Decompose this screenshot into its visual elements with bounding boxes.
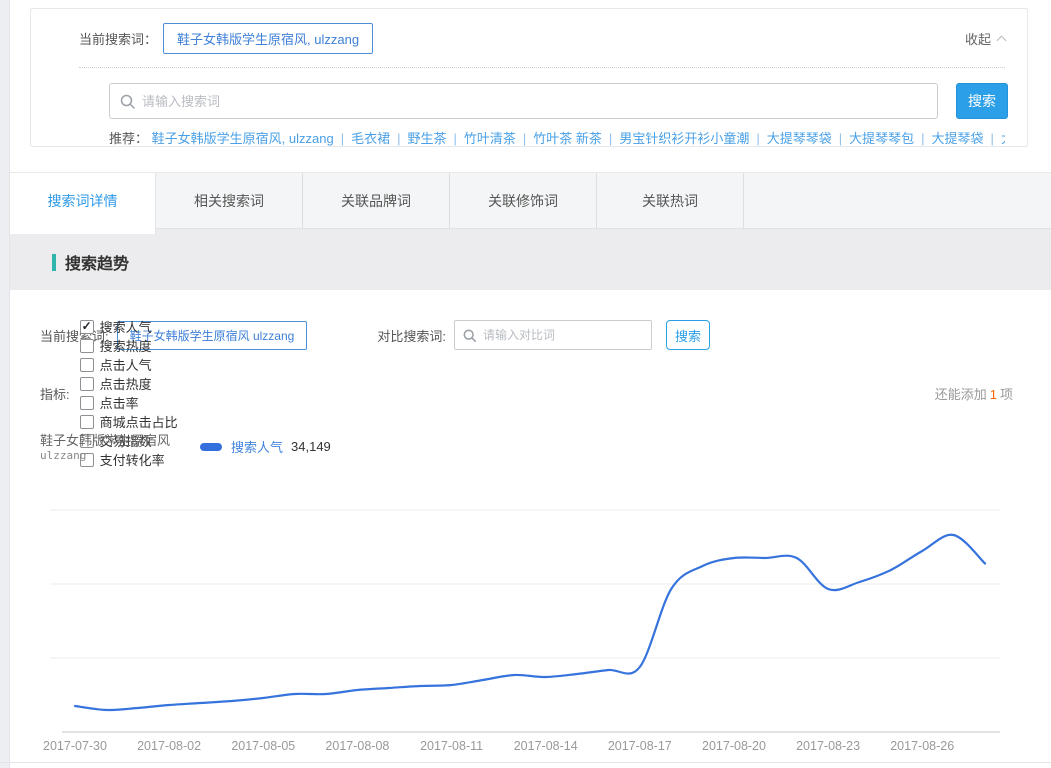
metric-checkbox-label: 搜索人气: [100, 317, 152, 336]
collapse-toggle[interactable]: 收起: [965, 29, 1005, 48]
legend-term: 鞋子女韩版学生原宿风 ulzzang: [40, 433, 170, 463]
x-axis-tick-label: 2017-08-20: [702, 739, 766, 753]
add-hint-suffix: 项: [1000, 387, 1013, 402]
add-hint-count: 1: [990, 387, 997, 402]
recommended-term-link[interactable]: 大提琴袋: [932, 131, 984, 146]
tab-4[interactable]: 关联修饰词: [450, 173, 597, 229]
recommended-term-link[interactable]: 野生茶: [407, 131, 446, 146]
x-axis-tick-label: 2017-08-26: [890, 739, 954, 753]
metrics-row: 指标: 搜索人气 搜索热度 点击人气 点击热度 点击率 商城点击占比 交易指数 …: [40, 383, 202, 403]
x-axis-tick-label: 2017-07-30: [43, 739, 107, 753]
metric-checkbox-label: 点击热度: [100, 374, 152, 393]
metric-checkbox-item[interactable]: 商城点击占比: [80, 412, 178, 431]
checkbox-icon[interactable]: [80, 377, 94, 391]
recommended-term-link[interactable]: 鞋子女韩版学生原宿风, ulzzang: [152, 131, 334, 146]
search-input[interactable]: [142, 84, 933, 118]
bottom-divider: [0, 762, 1051, 763]
recommend-separator: |: [523, 131, 526, 146]
metric-checkbox-label: 点击人气: [100, 355, 152, 374]
recommended-term-link[interactable]: 毛衣裙: [351, 131, 390, 146]
trend-line-chart: 2017-07-30 2017-08-02 2017-08-05 2017-08-08…: [0, 495, 1051, 768]
metric-checkbox-label: 商城点击占比: [100, 412, 178, 431]
tab-3[interactable]: 关联品牌词: [303, 173, 450, 229]
tab-5[interactable]: 关联热词: [597, 173, 744, 229]
recommend-separator: |: [341, 131, 344, 146]
x-axis-tick-label: 2017-08-08: [325, 739, 389, 753]
recommend-separator: |: [991, 131, 994, 146]
metric-checkbox-label: 搜索热度: [100, 336, 152, 355]
x-axis-tick-label: 2017-08-17: [608, 739, 672, 753]
compare-input-wrap: [454, 320, 652, 350]
checkbox-icon[interactable]: [80, 339, 94, 353]
current-term-label: 当前搜索词：: [79, 29, 157, 48]
checkbox-icon[interactable]: [80, 358, 94, 372]
recommend-separator: |: [397, 131, 400, 146]
collapse-label: 收起: [965, 29, 991, 48]
section-band: 搜索趋势: [10, 229, 1051, 290]
recommended-term-link[interactable]: 大提琴琴袋: [767, 131, 832, 146]
search-analytics-page: 当前搜索词： 鞋子女韩版学生原宿风, ulzzang 收起 搜索 推荐： 鞋子女…: [0, 0, 1051, 768]
current-term-row: 当前搜索词： 鞋子女韩版学生原宿风, ulzzang 收起: [79, 22, 1005, 54]
search-input-wrap: [109, 83, 938, 119]
tab-1[interactable]: 搜索词详情: [9, 173, 156, 234]
checkbox-icon[interactable]: [80, 396, 94, 410]
search-icon: [120, 94, 136, 110]
add-hint-prefix: 还能添加: [935, 387, 987, 402]
chevron-up-icon: [997, 35, 1007, 45]
compare-input[interactable]: [483, 321, 647, 349]
x-axis-tick-label: 2017-08-14: [514, 739, 578, 753]
recommend-separator: |: [609, 131, 612, 146]
checkbox-icon[interactable]: [80, 320, 94, 334]
current-term-chip[interactable]: 鞋子女韩版学生原宿风, ulzzang: [163, 23, 373, 54]
search-panel: 当前搜索词： 鞋子女韩版学生原宿风, ulzzang 收起 搜索 推荐： 鞋子女…: [30, 8, 1028, 147]
tab-2[interactable]: 相关搜索词: [156, 173, 303, 229]
recommend-row: 推荐： 鞋子女韩版学生原宿风, ulzzang | 毛衣裙 | 野生茶 | 竹叶清茶 | 竹叶茶…: [109, 128, 1005, 148]
section-title: 搜索趋势: [65, 250, 129, 274]
search-row: 搜索: [109, 83, 1008, 119]
recommend-links: 鞋子女韩版学生原宿风, ulzzang | 毛衣裙 | 野生茶 | 竹叶清茶 | 竹叶茶 新茶 |…: [152, 131, 1005, 146]
recommended-term-link[interactable]: 男宝针织衫开衫小童潮: [619, 131, 749, 146]
trend-line: [75, 535, 985, 710]
metric-checkbox-item[interactable]: 搜索热度: [80, 336, 178, 355]
recommended-term-link[interactable]: 竹叶清茶: [464, 131, 516, 146]
tab-bar: 搜索词详情相关搜索词关联品牌词关联修饰词关联热词: [10, 172, 1051, 229]
recommend-separator: |: [454, 131, 457, 146]
compare-search-button[interactable]: 搜索: [666, 320, 710, 350]
legend-term-line1: 鞋子女韩版学生原宿风: [40, 433, 170, 448]
x-axis-tick-label: 2017-08-11: [420, 739, 483, 753]
metric-checkbox-item[interactable]: 点击热度: [80, 374, 178, 393]
compare-term-label: 对比搜索词:: [377, 326, 446, 345]
legend-metric-value: 34,149: [291, 439, 331, 454]
x-axis-tick-label: 2017-08-23: [796, 739, 860, 753]
metric-checkbox-label: 点击率: [100, 393, 139, 412]
recommended-term-link[interactable]: 大提琴包: [1001, 131, 1005, 146]
dotted-divider: [79, 67, 1005, 68]
recommend-separator: |: [921, 131, 924, 146]
x-axis-tick-label: 2017-08-05: [231, 739, 295, 753]
checkbox-icon[interactable]: [80, 415, 94, 429]
recommend-separator: |: [756, 131, 759, 146]
search-icon: [463, 329, 477, 343]
legend-group[interactable]: 搜索人气 34,149: [200, 437, 331, 456]
legend-metric-name: 搜索人气: [231, 437, 283, 456]
recommend-separator: |: [839, 131, 842, 146]
search-button[interactable]: 搜索: [956, 83, 1008, 119]
metrics-label: 指标:: [40, 384, 70, 403]
metric-checkbox-item[interactable]: 点击率: [80, 393, 178, 412]
recommended-term-link[interactable]: 大提琴琴包: [849, 131, 914, 146]
metric-checkbox-item[interactable]: 搜索人气: [80, 317, 178, 336]
x-axis-tick-label: 2017-08-02: [137, 739, 201, 753]
metric-checkbox-item[interactable]: 点击人气: [80, 355, 178, 374]
recommend-label: 推荐：: [109, 131, 148, 146]
section-accent-bar: [52, 254, 56, 271]
recommended-term-link[interactable]: 竹叶茶 新茶: [533, 131, 602, 146]
section-title-wrap: 搜索趋势: [52, 250, 129, 274]
legend-term-line2: ulzzang: [40, 448, 170, 463]
add-hint: 还能添加1项: [935, 384, 1013, 403]
legend-line-marker-icon: [200, 443, 222, 451]
